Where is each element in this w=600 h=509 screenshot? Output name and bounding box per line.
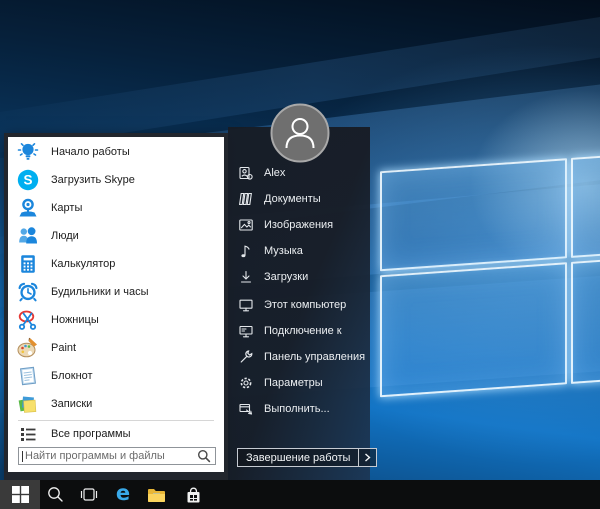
menu-item-connect-to[interactable]: Подключение к bbox=[228, 318, 370, 344]
windows-logo-window bbox=[370, 121, 600, 422]
menu-item-label: Выполнить... bbox=[264, 403, 330, 415]
menu-item-notepad[interactable]: Блокнот bbox=[8, 362, 224, 390]
user-avatar-icon bbox=[270, 103, 330, 163]
user-avatar[interactable] bbox=[270, 103, 330, 163]
people-icon bbox=[17, 225, 39, 247]
menu-item-label: Будильники и часы bbox=[51, 286, 149, 298]
menu-item-pictures[interactable]: Изображения bbox=[228, 212, 370, 238]
chevron-right-icon[interactable] bbox=[358, 449, 376, 466]
menu-item-label: Записки bbox=[51, 398, 92, 410]
taskbar: e bbox=[0, 480, 600, 509]
user-folders-list: Alex Документы Изображения Музыка bbox=[228, 160, 370, 422]
menu-item-label: Музыка bbox=[264, 245, 303, 257]
menu-item-label: Блокнот bbox=[51, 370, 93, 382]
menu-item-label: Панель управления bbox=[264, 351, 365, 363]
calculator-icon bbox=[17, 253, 39, 275]
computer-icon bbox=[238, 297, 254, 313]
menu-item-alarms[interactable]: Будильники и часы bbox=[8, 278, 224, 306]
store-icon bbox=[185, 486, 202, 504]
downloads-icon bbox=[238, 269, 254, 285]
menu-separator bbox=[18, 420, 214, 421]
edge-icon: e bbox=[116, 483, 130, 504]
search-box bbox=[18, 447, 216, 465]
taskbar-search-icon bbox=[47, 486, 64, 503]
task-view-icon bbox=[80, 487, 98, 502]
search-icon[interactable] bbox=[197, 449, 211, 463]
menu-item-settings[interactable]: Параметры bbox=[228, 370, 370, 396]
start-menu-right-panel: Alex Документы Изображения Музыка bbox=[228, 127, 370, 480]
getting-started-icon bbox=[17, 141, 39, 163]
notepad-icon bbox=[17, 365, 39, 387]
menu-item-label: Калькулятор bbox=[51, 258, 115, 270]
menu-item-paint[interactable]: Paint bbox=[8, 334, 224, 362]
menu-item-control-panel[interactable]: Панель управления bbox=[228, 344, 370, 370]
menu-item-music[interactable]: Музыка bbox=[228, 238, 370, 264]
menu-item-user-alex[interactable]: Alex bbox=[228, 160, 370, 186]
search-input[interactable] bbox=[24, 450, 197, 462]
window-logo-glow bbox=[470, 90, 600, 280]
music-icon bbox=[238, 243, 254, 259]
menu-item-label: Подключение к bbox=[264, 325, 342, 337]
shutdown-label: Завершение работы bbox=[238, 449, 358, 466]
menu-item-getting-started[interactable]: Начало работы bbox=[8, 138, 224, 166]
all-programs-button[interactable]: Все программы bbox=[8, 422, 224, 446]
pictures-icon bbox=[238, 217, 254, 233]
menu-item-label: Paint bbox=[51, 342, 76, 354]
text-caret bbox=[22, 451, 23, 462]
file-explorer-icon bbox=[147, 487, 166, 503]
start-menu-left-panel: Начало работы S Загрузить Skype Карты Лю… bbox=[4, 133, 228, 480]
all-programs-icon bbox=[17, 423, 39, 445]
menu-item-run[interactable]: Выполнить... bbox=[228, 396, 370, 422]
snipping-tool-icon bbox=[17, 309, 39, 331]
pinned-programs-panel: Начало работы S Загрузить Skype Карты Лю… bbox=[8, 137, 224, 472]
menu-item-label: Параметры bbox=[264, 377, 323, 389]
desktop: Начало работы S Загрузить Skype Карты Лю… bbox=[0, 0, 600, 509]
menu-item-this-pc[interactable]: Этот компьютер bbox=[228, 292, 370, 318]
menu-item-label: Люди bbox=[51, 230, 79, 242]
store-button[interactable] bbox=[178, 480, 208, 509]
menu-item-label: Ножницы bbox=[51, 314, 99, 326]
file-explorer-button[interactable] bbox=[141, 480, 171, 509]
menu-item-calculator[interactable]: Калькулятор bbox=[8, 250, 224, 278]
menu-item-documents[interactable]: Документы bbox=[228, 186, 370, 212]
documents-icon bbox=[238, 191, 254, 207]
task-view-button[interactable] bbox=[74, 480, 104, 509]
menu-item-label: Загрузить Skype bbox=[51, 174, 135, 186]
edge-button[interactable]: e bbox=[108, 480, 138, 509]
menu-item-maps[interactable]: Карты bbox=[8, 194, 224, 222]
maps-icon bbox=[17, 197, 39, 219]
user-contact-icon bbox=[238, 165, 254, 181]
menu-item-label: Изображения bbox=[264, 219, 333, 231]
menu-item-people[interactable]: Люди bbox=[8, 222, 224, 250]
taskbar-search-button[interactable] bbox=[40, 480, 70, 509]
menu-item-sticky-notes[interactable]: Записки bbox=[8, 390, 224, 418]
skype-icon: S bbox=[17, 169, 39, 191]
menu-item-label: Документы bbox=[264, 193, 321, 205]
start-button[interactable] bbox=[0, 480, 40, 509]
connect-to-icon bbox=[238, 323, 254, 339]
sticky-notes-icon bbox=[17, 393, 39, 415]
menu-item-label: Карты bbox=[51, 202, 82, 214]
shutdown-button[interactable]: Завершение работы bbox=[237, 448, 377, 467]
menu-item-label: Начало работы bbox=[51, 146, 130, 158]
paint-icon bbox=[17, 337, 39, 359]
menu-item-snipping-tool[interactable]: Ножницы bbox=[8, 306, 224, 334]
menu-item-label: Загрузки bbox=[264, 271, 308, 283]
alarms-clock-icon bbox=[17, 281, 39, 303]
control-panel-icon bbox=[238, 349, 254, 365]
menu-item-downloads[interactable]: Загрузки bbox=[228, 264, 370, 290]
settings-gear-icon bbox=[238, 375, 254, 391]
menu-item-label: Alex bbox=[264, 167, 285, 179]
run-icon bbox=[238, 401, 254, 417]
start-windows-icon bbox=[12, 486, 29, 503]
menu-item-label: Этот компьютер bbox=[264, 299, 346, 311]
svg-text:S: S bbox=[23, 173, 32, 188]
menu-item-skype[interactable]: S Загрузить Skype bbox=[8, 166, 224, 194]
all-programs-label: Все программы bbox=[51, 428, 130, 440]
